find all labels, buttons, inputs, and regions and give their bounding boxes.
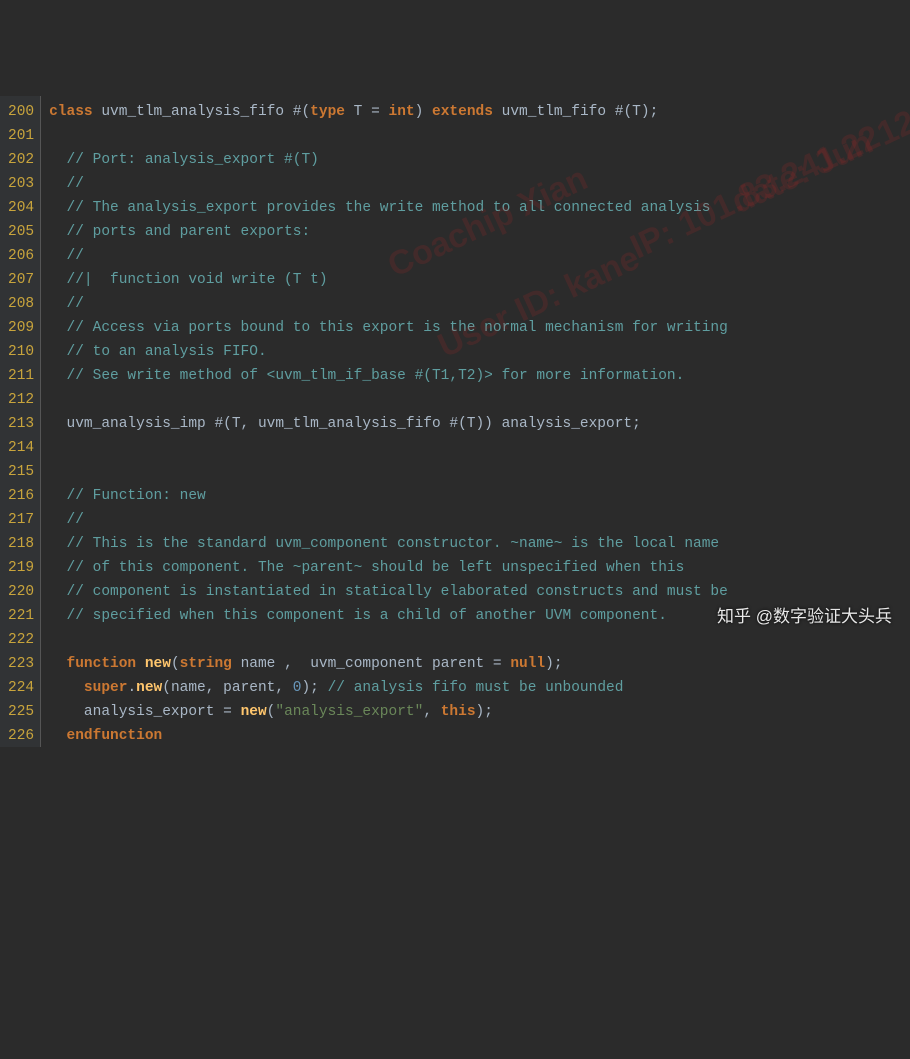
code-line: endfunction [49, 724, 728, 748]
code-line: super.new(name, parent, 0); // analysis … [49, 676, 728, 700]
code-editor: 2002012022032042052062072082092102112122… [0, 96, 910, 747]
line-number: 212 [8, 388, 34, 412]
code-line: uvm_analysis_imp #(T, uvm_tlm_analysis_f… [49, 412, 728, 436]
line-number: 208 [8, 292, 34, 316]
line-number: 223 [8, 652, 34, 676]
code-line: // [49, 172, 728, 196]
line-number: 216 [8, 484, 34, 508]
line-number: 207 [8, 268, 34, 292]
line-number: 222 [8, 628, 34, 652]
line-number: 217 [8, 508, 34, 532]
zhihu-attribution: 知乎 @数字验证大头兵 [717, 605, 892, 629]
line-number: 205 [8, 220, 34, 244]
line-number: 219 [8, 556, 34, 580]
line-number: 215 [8, 460, 34, 484]
code-line: // of this component. The ~parent~ shoul… [49, 556, 728, 580]
code-line: // Port: analysis_export #(T) [49, 148, 728, 172]
line-number: 201 [8, 124, 34, 148]
code-line [49, 628, 728, 652]
code-line: // The analysis_export provides the writ… [49, 196, 728, 220]
line-number: 225 [8, 700, 34, 724]
code-line: analysis_export = new("analysis_export",… [49, 700, 728, 724]
line-number: 224 [8, 676, 34, 700]
code-line [49, 388, 728, 412]
code-line: // ports and parent exports: [49, 220, 728, 244]
line-number: 218 [8, 532, 34, 556]
code-line: function new(string name , uvm_component… [49, 652, 728, 676]
code-line: class uvm_tlm_analysis_fifo #(type T = i… [49, 100, 728, 124]
code-line: // [49, 244, 728, 268]
code-line [49, 436, 728, 460]
code-content: class uvm_tlm_analysis_fifo #(type T = i… [41, 96, 728, 747]
line-number: 210 [8, 340, 34, 364]
line-number: 211 [8, 364, 34, 388]
code-line: // This is the standard uvm_component co… [49, 532, 728, 556]
code-line: // Function: new [49, 484, 728, 508]
line-number: 220 [8, 580, 34, 604]
code-line: // component is instantiated in statical… [49, 580, 728, 604]
code-line: // to an analysis FIFO. [49, 340, 728, 364]
line-number-gutter: 2002012022032042052062072082092102112122… [0, 96, 41, 747]
line-number: 209 [8, 316, 34, 340]
code-line [49, 124, 728, 148]
line-number: 203 [8, 172, 34, 196]
line-number: 213 [8, 412, 34, 436]
code-line: // specified when this component is a ch… [49, 604, 728, 628]
code-line: //| function void write (T t) [49, 268, 728, 292]
line-number: 204 [8, 196, 34, 220]
code-line: // See write method of <uvm_tlm_if_base … [49, 364, 728, 388]
line-number: 221 [8, 604, 34, 628]
code-line [49, 460, 728, 484]
line-number: 200 [8, 100, 34, 124]
line-number: 214 [8, 436, 34, 460]
line-number: 226 [8, 724, 34, 748]
code-line: // [49, 292, 728, 316]
code-line: // [49, 508, 728, 532]
line-number: 206 [8, 244, 34, 268]
line-number: 202 [8, 148, 34, 172]
code-line: // Access via ports bound to this export… [49, 316, 728, 340]
